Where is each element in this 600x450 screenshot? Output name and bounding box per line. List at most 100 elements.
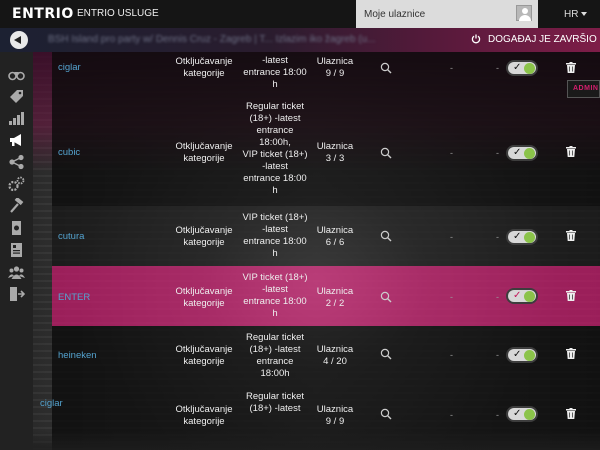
ticket-count-cell: Ulaznica 2 / 2 <box>314 286 356 310</box>
point-name-link[interactable]: cubic <box>58 147 80 158</box>
trash-icon[interactable] <box>566 408 576 419</box>
tickets-cell: Regular ticket (18+) -latest entrance 18… <box>235 332 315 380</box>
category-line: Otključavanje <box>175 344 233 355</box>
point-name-link[interactable]: heineken <box>58 350 97 361</box>
category-line: Otključavanje <box>175 56 233 67</box>
check-icon: ✓ <box>513 408 522 419</box>
category-line: kategorije <box>183 153 225 164</box>
ticket-line: -latest <box>262 224 288 235</box>
search-icon[interactable] <box>380 348 392 360</box>
tag-icon[interactable] <box>8 88 25 104</box>
trash-icon[interactable] <box>566 290 576 301</box>
entrio-services-link[interactable]: ENTRIO USLUGE <box>77 8 159 19</box>
category-line: Otključavanje <box>175 225 233 236</box>
scroll-fade <box>33 430 600 450</box>
active-toggle[interactable]: ✓ <box>506 347 538 363</box>
ticket-line: entrance <box>256 356 294 367</box>
category-cell: Otključavanje kategorije <box>169 286 239 310</box>
sidebar <box>0 52 33 450</box>
language-selector[interactable]: HR <box>564 9 588 20</box>
search-icon[interactable] <box>380 408 392 420</box>
dash-cell: - <box>450 292 453 302</box>
tickets-cell: VIP ticket (18+) -latest entrance 18:00 … <box>235 212 315 260</box>
point-name-link[interactable]: cutura <box>58 231 84 242</box>
table-row: cubic Otključavanje kategorije Regular t… <box>52 96 600 206</box>
ticket-line: entrance 18:00 <box>243 67 307 78</box>
users-icon[interactable] <box>8 264 25 280</box>
dash-cell: - <box>450 410 453 420</box>
share-icon[interactable] <box>8 154 25 170</box>
category-line: kategorije <box>183 356 225 367</box>
ticket-count-label: Ulaznica <box>316 404 354 415</box>
trash-icon[interactable] <box>566 348 576 359</box>
admin-badge[interactable]: ADMIN <box>567 80 600 98</box>
ticket-line: h <box>272 185 278 196</box>
ticket-count-value: 9 / 9 <box>325 68 345 79</box>
active-toggle[interactable]: ✓ <box>506 288 538 304</box>
active-toggle[interactable]: ✓ <box>506 229 538 245</box>
table-row: heineken Otključavanje kategorije Regula… <box>52 326 600 386</box>
check-icon: ✓ <box>513 147 522 158</box>
ticket-line: Regular ticket <box>245 101 305 112</box>
event-finished-label: DOGAĐAJ JE ZAVRŠIO <box>488 34 597 45</box>
trash-icon[interactable] <box>566 230 576 241</box>
ticket-count-label: Ulaznica <box>316 286 354 297</box>
ticket-line: VIP ticket (18+) <box>242 149 308 160</box>
ticket-line: -latest <box>262 55 288 66</box>
point-name-link[interactable]: ciglar <box>58 62 81 73</box>
category-cell: Otključavanje kategorije <box>169 404 239 428</box>
back-arrow-icon[interactable] <box>10 31 28 49</box>
megaphone-icon[interactable] <box>8 132 25 148</box>
ticket-line: -latest <box>262 284 288 295</box>
gears-icon[interactable] <box>8 176 25 192</box>
top-bar: ENTRIO ENTRIO USLUGE Moje ulaznice HR <box>0 0 600 28</box>
my-tickets-button[interactable]: Moje ulaznice <box>356 0 538 28</box>
search-icon[interactable] <box>380 147 392 159</box>
toggle-knob <box>524 148 535 159</box>
table-row-highlighted: ENTER Otključavanje kategorije VIP ticke… <box>52 266 600 326</box>
bar-chart-icon[interactable] <box>8 110 25 126</box>
ticket-line: VIP ticket (18+) <box>242 212 308 223</box>
ticket-line: 18:00h <box>260 368 290 379</box>
search-icon[interactable] <box>380 230 392 242</box>
dash-cell: - <box>496 148 499 158</box>
power-icon <box>471 34 481 44</box>
point-name-link[interactable]: ENTER <box>58 292 90 303</box>
trash-icon[interactable] <box>566 146 576 157</box>
toggle-knob <box>524 232 535 243</box>
ticket-count-cell: Ulaznica 9 / 9 <box>314 56 356 80</box>
admin-badge-label: ADMIN <box>573 85 599 92</box>
ticket-count-cell: Ulaznica 3 / 3 <box>314 141 356 165</box>
ticket-count-label: Ulaznica <box>316 56 354 67</box>
table-row: cutura Otključavanje kategorije VIP tick… <box>52 206 600 266</box>
active-toggle[interactable]: ✓ <box>506 406 538 422</box>
sales-points-table: ciglar Otključavanje kategorije -latest … <box>33 52 600 450</box>
search-icon[interactable] <box>380 291 392 303</box>
active-toggle[interactable]: ✓ <box>506 60 538 76</box>
toggle-knob <box>524 350 535 361</box>
event-title: BSH Island pro party w/ Dennis Cruz - Za… <box>48 34 376 45</box>
point-name-link[interactable]: ciglar <box>40 398 63 409</box>
ticket-count-label: Ulaznica <box>316 141 354 152</box>
active-toggle[interactable]: ✓ <box>506 145 538 161</box>
exit-icon[interactable] <box>8 286 26 302</box>
binoculars-icon[interactable] <box>8 66 25 82</box>
id-card-icon[interactable] <box>8 242 25 258</box>
event-finished-status: DOGAĐAJ JE ZAVRŠIO <box>471 34 597 45</box>
check-icon: ✓ <box>513 62 522 73</box>
ticket-line: (18+) -latest <box>249 344 301 355</box>
event-title-bar: BSH Island pro party w/ Dennis Cruz - Za… <box>0 28 600 52</box>
category-cell: Otključavanje kategorije <box>169 141 239 165</box>
entrio-logo[interactable]: ENTRIO <box>12 6 74 22</box>
ticket-count-label: Ulaznica <box>316 225 354 236</box>
dash-cell: - <box>450 350 453 360</box>
trash-icon[interactable] <box>566 62 576 73</box>
hammer-icon[interactable] <box>8 196 25 214</box>
search-icon[interactable] <box>380 62 392 74</box>
ticket-line: (18+) -latest <box>249 403 301 414</box>
caret-down-icon <box>581 12 588 16</box>
toggle-knob <box>524 291 535 302</box>
ticket-icon[interactable] <box>8 220 25 236</box>
ticket-line: Regular ticket <box>245 332 305 343</box>
ticket-line: (18+) -latest <box>249 113 301 124</box>
